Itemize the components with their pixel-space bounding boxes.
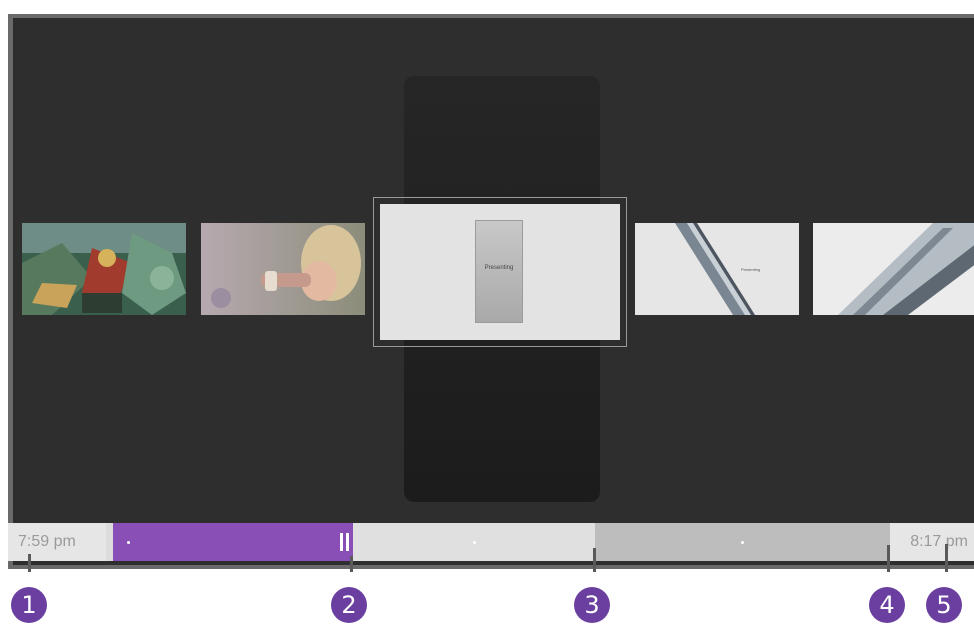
callout-pointer-4 (887, 545, 890, 572)
progress-timeline[interactable]: 7:59 pm 8:17 pm (8, 523, 974, 561)
timeline-remaining-segment[interactable] (595, 523, 890, 561)
callout-badge-1: 1 (11, 587, 47, 623)
pause-icon[interactable] (340, 533, 350, 551)
callout-badge-3: 3 (574, 587, 610, 623)
thumbnail-frame-2[interactable] (201, 223, 365, 315)
callout-pointer-5 (945, 544, 948, 572)
timeline-played-segment[interactable] (113, 523, 353, 561)
thumb4-caption: Presenting (741, 267, 761, 272)
callout-pointer-1 (28, 554, 31, 572)
callout-badge-4: 4 (869, 587, 905, 623)
thumbnail-frame-5[interactable] (813, 223, 974, 315)
thumbnail-frame-1[interactable] (22, 223, 186, 315)
thumbnail-frame-selected[interactable]: Presenting (373, 197, 627, 347)
timeline-buffered-segment[interactable] (353, 523, 595, 561)
callout-badge-5: 5 (926, 587, 962, 623)
selected-frame-image: Presenting (380, 204, 620, 340)
thumbnail-frame-4[interactable]: Presenting (635, 223, 799, 315)
callout-pointer-2 (350, 556, 353, 572)
end-time-label: 8:17 pm (910, 533, 968, 550)
start-time-label: 7:59 pm (18, 533, 76, 550)
callout-badge-2: 2 (331, 587, 367, 623)
phone-device-image: Presenting (475, 220, 523, 323)
video-player-screen: Presenting Presenting (8, 14, 974, 569)
timeline-marker-dot (473, 541, 476, 544)
selected-frame-caption: Presenting (484, 265, 514, 271)
callout-pointer-3 (593, 548, 596, 572)
timeline-marker-dot (741, 541, 744, 544)
timeline-marker-dot (127, 541, 130, 544)
